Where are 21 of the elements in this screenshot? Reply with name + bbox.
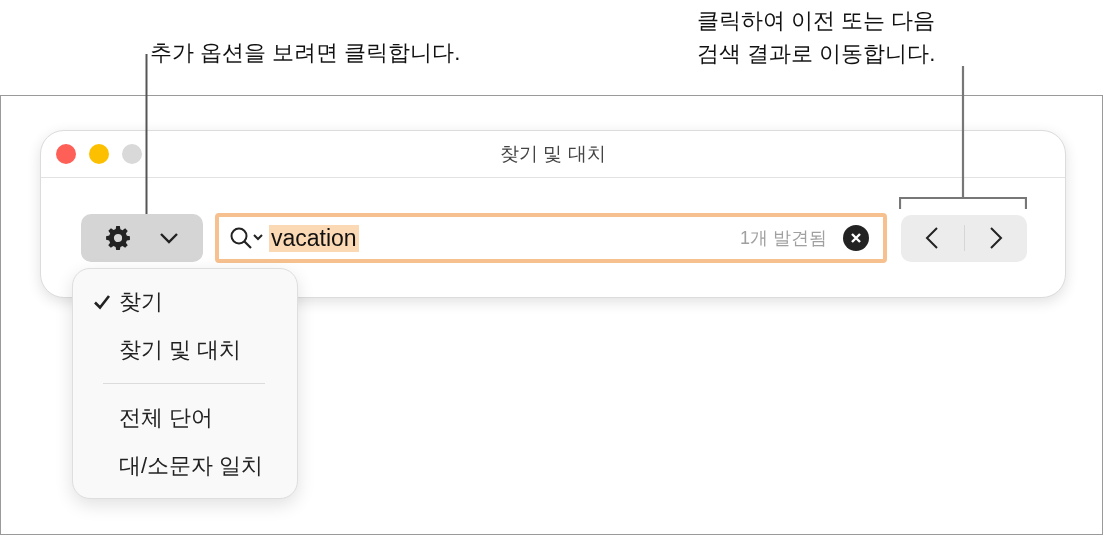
menu-item[interactable]: 대/소문자 일치 (73, 442, 297, 490)
minimize-button[interactable] (89, 144, 109, 164)
menu-item[interactable]: 찾기 및 대치 (73, 326, 297, 374)
close-icon (850, 232, 862, 244)
chevron-right-icon (988, 226, 1003, 250)
chevron-down-icon (159, 232, 179, 244)
search-field[interactable]: vacation 1개 발견됨 (215, 213, 887, 263)
callout-text: 추가 옵션을 보려면 클릭합니다. (150, 39, 461, 67)
chevron-left-icon (925, 226, 940, 250)
clear-button[interactable] (843, 225, 869, 251)
close-button[interactable] (56, 144, 76, 164)
search-icon (229, 226, 265, 250)
search-value: vacation (269, 224, 359, 252)
callout-text: 클릭하여 이전 또는 다음 검색 결과로 이동합니다. (697, 7, 936, 68)
checkmark-icon (93, 293, 111, 311)
match-count: 1개 발견됨 (740, 227, 827, 250)
menu-item[interactable]: 전체 단어 (73, 394, 297, 442)
menu-item[interactable]: 찾기 (73, 278, 297, 326)
window-title: 찾기 및 대치 (500, 142, 606, 166)
gear-icon (105, 225, 131, 251)
options-button[interactable] (81, 214, 203, 262)
